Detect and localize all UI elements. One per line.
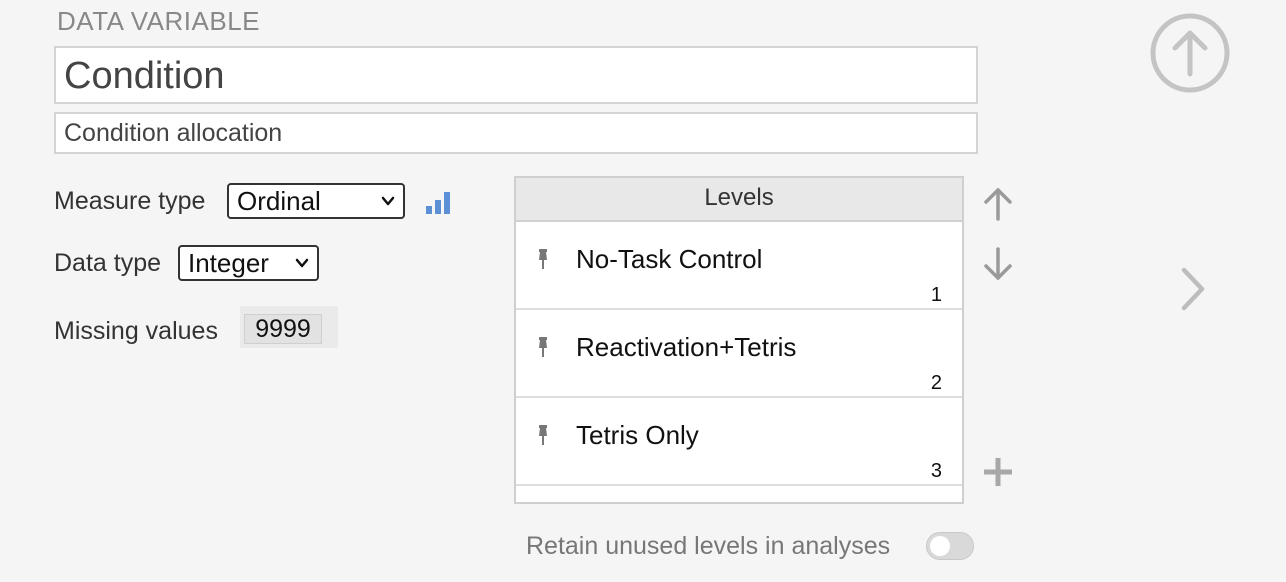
arrow-up-circle-icon[interactable]	[1149, 12, 1231, 94]
level-label[interactable]: No-Task Control	[576, 244, 762, 275]
pin-icon[interactable]	[536, 248, 550, 275]
pin-icon[interactable]	[536, 424, 550, 451]
retain-unused-label: Retain unused levels in analyses	[526, 532, 891, 560]
variable-description-input[interactable]: Condition allocation	[54, 112, 978, 154]
chevron-down-icon	[295, 258, 309, 268]
measure-type-select[interactable]: Ordinal	[227, 183, 405, 219]
pin-icon[interactable]	[536, 336, 550, 363]
toggle-knob	[930, 536, 950, 556]
data-type-value: Integer	[188, 247, 269, 278]
data-type-label: Data type	[54, 249, 162, 277]
add-level-icon[interactable]	[982, 456, 1014, 488]
measure-type-label: Measure type	[54, 187, 206, 215]
move-down-icon[interactable]	[982, 246, 1014, 282]
level-value: 1	[930, 284, 942, 306]
level-label[interactable]: Reactivation+Tetris	[576, 332, 796, 363]
level-value: 3	[930, 460, 942, 482]
missing-values-label: Missing values	[54, 317, 218, 345]
ordinal-bars-icon	[425, 190, 451, 214]
measure-type-value: Ordinal	[237, 185, 321, 216]
variable-name-input[interactable]: Condition	[54, 46, 978, 104]
level-label[interactable]: Tetris Only	[576, 420, 699, 451]
level-item[interactable]: Reactivation+Tetris 2	[516, 310, 962, 398]
levels-header: Levels	[516, 178, 962, 222]
level-item[interactable]: Tetris Only 3	[516, 398, 962, 486]
chevron-down-icon	[381, 196, 395, 206]
levels-list: Levels No-Task Control 1 Reactivation+Te…	[514, 176, 964, 504]
section-title: DATA VARIABLE	[57, 6, 261, 36]
chevron-right-icon[interactable]	[1178, 266, 1208, 312]
data-type-select[interactable]: Integer	[178, 245, 319, 281]
level-item[interactable]: No-Task Control 1	[516, 222, 962, 310]
move-up-icon[interactable]	[982, 186, 1014, 222]
missing-value-chip[interactable]: 9999	[244, 314, 322, 344]
level-value: 2	[930, 372, 942, 394]
retain-unused-toggle[interactable]	[926, 532, 974, 560]
